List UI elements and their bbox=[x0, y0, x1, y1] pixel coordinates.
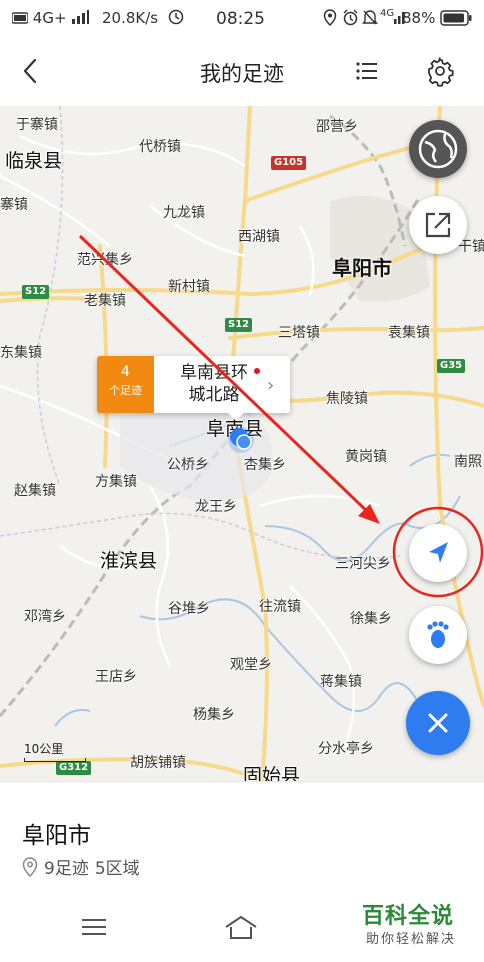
signal-icon bbox=[72, 10, 90, 24]
watermark-tagline: 助你轻松解决 bbox=[366, 932, 457, 947]
scale-bar bbox=[24, 758, 86, 762]
list-button[interactable] bbox=[352, 56, 382, 86]
menu-icon bbox=[82, 919, 106, 935]
nav-bar: 我的足迹 bbox=[0, 36, 484, 106]
share-icon bbox=[425, 212, 451, 238]
gear-icon bbox=[428, 57, 454, 87]
home-nav-button[interactable] bbox=[224, 914, 258, 954]
settings-button[interactable] bbox=[424, 55, 456, 87]
net-speed: 20.8K/s bbox=[102, 9, 159, 27]
battery-percent: 88% bbox=[402, 9, 436, 27]
alarm-status-icon bbox=[168, 9, 184, 29]
city-meta: 9足迹 5区域 bbox=[22, 854, 146, 879]
battery-icon bbox=[440, 10, 472, 30]
globe-icon bbox=[418, 129, 458, 169]
list-icon bbox=[356, 62, 377, 80]
network-indicator: 4G+ bbox=[11, 9, 90, 27]
location-status-icon bbox=[323, 9, 337, 30]
city-name: 阜阳市 bbox=[22, 823, 91, 849]
scale-label: 10公里 bbox=[24, 742, 64, 756]
watermark-logo: 百科全说 bbox=[362, 904, 455, 929]
footprint-total: 9足迹 bbox=[44, 859, 89, 879]
page-title: 我的足迹 bbox=[200, 62, 284, 86]
share-button[interactable] bbox=[409, 196, 467, 254]
location-pin-icon bbox=[22, 857, 38, 877]
mobile-data: 4G bbox=[380, 8, 395, 19]
clock: 08:25 bbox=[216, 9, 265, 29]
highlight-circle bbox=[392, 506, 484, 598]
map-view[interactable]: 于寨镇 临泉县 代桥镇 邵营乡 寨镇 九龙镇 西湖镇 范兴集乡 阜阳市 干镇 新… bbox=[0, 106, 484, 781]
footprint-icon bbox=[427, 621, 449, 648]
map-scale: 10公里 bbox=[24, 740, 86, 762]
map-layer-button[interactable] bbox=[409, 120, 467, 178]
alarm-icon bbox=[342, 9, 359, 30]
close-button[interactable] bbox=[406, 691, 470, 755]
menu-nav-button[interactable] bbox=[82, 916, 106, 956]
region-total: 5区域 bbox=[94, 859, 140, 879]
footprint-button[interactable] bbox=[409, 606, 467, 664]
mute-icon bbox=[362, 9, 378, 30]
home-icon bbox=[225, 915, 257, 939]
close-icon bbox=[428, 713, 448, 733]
status-bar: 4G+ 20.8K/s 08:25 4G 88% bbox=[0, 0, 484, 36]
